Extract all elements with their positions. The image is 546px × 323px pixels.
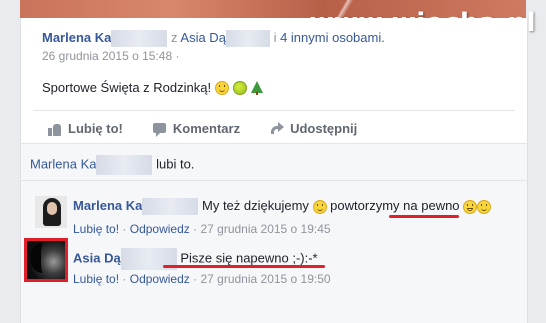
comment-author[interactable]: Marlena Ka: [73, 198, 142, 213]
comment-icon: [152, 122, 167, 137]
likes-suffix: lubi to.: [156, 156, 195, 172]
post-author-name[interactable]: Marlena Ka: [42, 30, 111, 45]
grin-emoji-icon: [463, 199, 478, 214]
liker-name[interactable]: Marlena Ka: [30, 156, 96, 171]
redacted-name-block: [225, 30, 270, 48]
comment-reply-link[interactable]: Odpowiedz: [130, 272, 190, 286]
avatar[interactable]: [27, 241, 65, 279]
redacted-name-block: [96, 155, 153, 175]
comment-meta: Lubię to! · Odpowiedz · 27 grudnia 2015 …: [73, 272, 331, 286]
others-link[interactable]: 4 innymi osobami.: [280, 30, 385, 45]
thumbs-up-icon: [48, 122, 62, 136]
post-text-content: Sportowe Święta z Rodzinką!: [42, 80, 212, 95]
redacted-name-block: [111, 30, 168, 48]
christmas-tree-emoji-icon: [251, 80, 264, 95]
smile-emoji-icon: [215, 80, 230, 95]
post-timestamp[interactable]: 26 grudnia 2015 o 15:48 ·: [42, 49, 179, 63]
comment-time[interactable]: 27 grudnia 2015 o 19:50: [200, 272, 330, 286]
share-button-label: Udostępnij: [290, 121, 358, 136]
actions-divider: [33, 110, 515, 111]
comments-section: Marlena Ka My też dziękujemy powtorzymy …: [20, 180, 528, 323]
post-author-line: Marlena Ka z Asia Dą i 4 innymi osobami.: [42, 30, 385, 48]
comment-button-label: Komentarz: [172, 121, 241, 136]
facebook-post-screenshot: www.wiocha.pl Marlena Ka z Asia Dą i 4 i…: [0, 0, 546, 323]
post-text: Sportowe Święta z Rodzinką!: [42, 80, 264, 95]
comment-like-link[interactable]: Lubię to!: [73, 272, 119, 286]
smile-emoji-icon: [477, 199, 492, 214]
comment-text: powtorzymy: [330, 198, 400, 213]
meta-separator: ·: [193, 272, 198, 286]
tennis-ball-emoji-icon: [233, 80, 248, 95]
redacted-name-block: [142, 198, 199, 216]
comment-like-link[interactable]: Lubię to!: [73, 222, 119, 236]
post-actions-bar: Lubię to! Komentarz Udostępnij: [48, 121, 357, 137]
comment-reply-link[interactable]: Odpowiedz: [130, 222, 190, 236]
comment-text: My też dziękujemy: [202, 198, 309, 213]
post-time-separator: ·: [175, 49, 180, 63]
likes-summary: Marlena Ka lubi to.: [20, 143, 528, 181]
avatar-face: [47, 202, 57, 215]
comment-meta: Lubię to! · Odpowiedz · 27 grudnia 2015 …: [73, 222, 331, 236]
post-time-text: 26 grudnia 2015 o 15:48: [42, 49, 173, 63]
meta-separator: ·: [122, 272, 127, 286]
post-card: Marlena Ka z Asia Dą i 4 innymi osobami.…: [20, 18, 528, 143]
meta-separator: ·: [122, 222, 127, 236]
comment-highlighted-text: na pewno: [403, 198, 460, 213]
with-word: z: [171, 30, 178, 45]
like-button-label: Lubię to!: [68, 121, 123, 136]
avatar-hair: [31, 243, 65, 273]
comment-author[interactable]: Asia Dą: [73, 250, 121, 265]
share-arrow-icon: [270, 121, 285, 136]
avatar[interactable]: [35, 196, 67, 228]
red-underline-annotation: [389, 215, 459, 218]
meta-separator: ·: [193, 222, 198, 236]
smile-emoji-icon: [312, 199, 327, 214]
tagged-person-name[interactable]: Asia Dą: [180, 30, 226, 45]
share-button[interactable]: Udostępnij: [270, 121, 357, 136]
comment-highlighted-text: Pisze się napewno ;-):-*: [180, 250, 318, 266]
red-underline-annotation: [163, 265, 325, 268]
and-word: i: [273, 30, 277, 45]
comment-button[interactable]: Komentarz: [152, 121, 241, 137]
likes-line: Marlena Ka lubi to.: [30, 155, 194, 175]
comment-body: Marlena Ka My też dziękujemy powtorzymy …: [73, 198, 492, 216]
comment-time[interactable]: 27 grudnia 2015 o 19:45: [200, 222, 330, 236]
like-button[interactable]: Lubię to!: [48, 121, 123, 136]
